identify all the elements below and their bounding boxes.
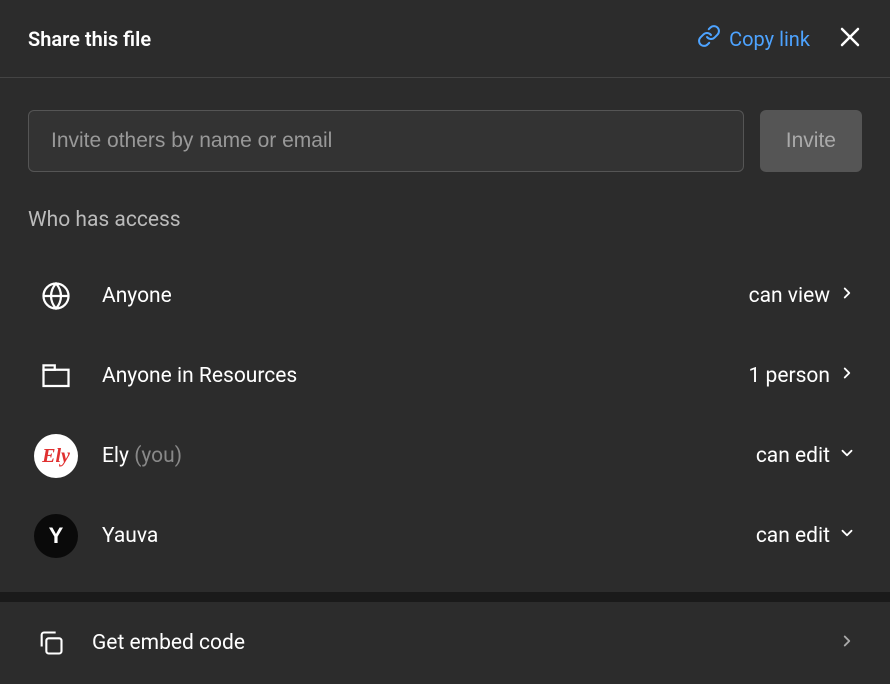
access-label: Anyone bbox=[102, 284, 725, 308]
chevron-down-icon bbox=[838, 524, 856, 548]
chevron-down-icon bbox=[838, 444, 856, 468]
access-label: Anyone in Resources bbox=[102, 364, 725, 388]
permission-selector[interactable]: 1 person bbox=[749, 364, 856, 388]
close-button[interactable] bbox=[838, 25, 862, 53]
chevron-right-icon bbox=[838, 632, 856, 654]
access-label: Yauva bbox=[102, 524, 732, 548]
invite-row: Invite bbox=[28, 110, 862, 172]
permission-label: 1 person bbox=[749, 364, 830, 388]
folder-icon bbox=[34, 354, 78, 398]
permission-label: can edit bbox=[756, 444, 830, 468]
header-actions: Copy link bbox=[697, 24, 862, 53]
dialog-header: Share this file Copy link bbox=[0, 0, 890, 78]
link-icon bbox=[697, 24, 721, 53]
access-label: Ely (you) bbox=[102, 444, 732, 468]
embed-code-row[interactable]: Get embed code bbox=[0, 592, 890, 684]
permission-selector[interactable]: can edit bbox=[756, 524, 856, 548]
close-icon bbox=[838, 25, 862, 53]
avatar: Ely bbox=[34, 434, 78, 478]
chevron-right-icon bbox=[838, 364, 856, 388]
permission-label: can view bbox=[749, 284, 830, 308]
permission-selector[interactable]: can edit bbox=[756, 444, 856, 468]
chevron-right-icon bbox=[838, 284, 856, 308]
embed-code-label: Get embed code bbox=[92, 631, 814, 655]
avatar: Y bbox=[34, 514, 78, 558]
dialog-content: Invite Who has access Anyone can view bbox=[0, 78, 890, 576]
access-row-anyone[interactable]: Anyone can view bbox=[28, 256, 862, 336]
access-row-resources[interactable]: Anyone in Resources 1 person bbox=[28, 336, 862, 416]
copy-link-button[interactable]: Copy link bbox=[697, 24, 810, 53]
you-indicator: (you) bbox=[134, 444, 182, 468]
invite-button[interactable]: Invite bbox=[760, 110, 862, 172]
access-section-label: Who has access bbox=[28, 208, 862, 232]
access-row-user-ely[interactable]: Ely Ely (you) can edit bbox=[28, 416, 862, 496]
user-name: Ely bbox=[102, 444, 129, 468]
copy-icon bbox=[34, 626, 68, 660]
access-row-user-yauva[interactable]: Y Yauva can edit bbox=[28, 496, 862, 576]
globe-icon bbox=[34, 274, 78, 318]
invite-input[interactable] bbox=[28, 110, 744, 172]
permission-label: can edit bbox=[756, 524, 830, 548]
access-list: Anyone can view Anyone in Resources 1 p bbox=[28, 256, 862, 576]
permission-selector[interactable]: can view bbox=[749, 284, 856, 308]
dialog-title: Share this file bbox=[28, 27, 151, 51]
copy-link-label: Copy link bbox=[729, 27, 810, 51]
